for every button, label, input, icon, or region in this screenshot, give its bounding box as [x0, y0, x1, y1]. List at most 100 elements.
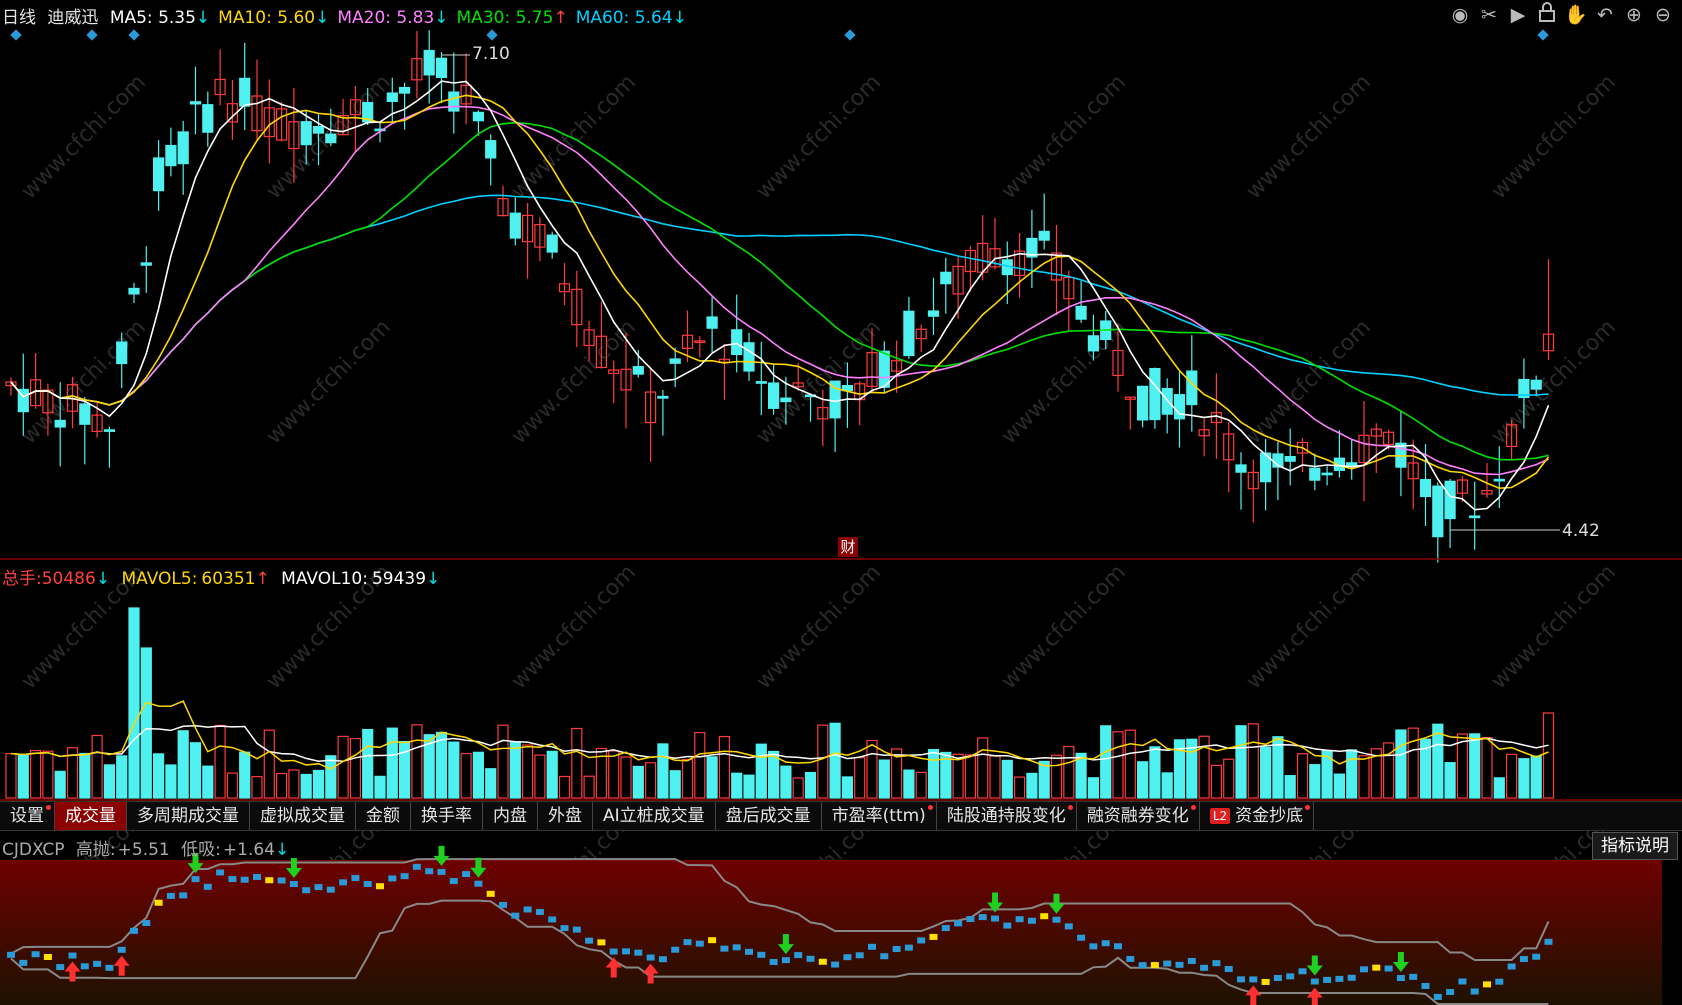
- indicator-bar: [671, 946, 680, 953]
- tab-4[interactable]: 金额: [356, 802, 411, 830]
- candle-body: [1530, 379, 1542, 390]
- tab-9[interactable]: 盘后成交量: [716, 802, 822, 830]
- candlestick: [1395, 411, 1407, 497]
- indicator-bar: [351, 875, 360, 882]
- candlestick: [239, 42, 251, 131]
- volume-bar: [841, 776, 854, 799]
- candle-body: [940, 271, 952, 285]
- indicator-bar: [1347, 974, 1356, 981]
- tab-2[interactable]: 多周期成交量: [127, 802, 250, 830]
- tab-label: 资金抄底: [1235, 806, 1304, 826]
- candlestick: [177, 120, 189, 195]
- volume-bar: [42, 750, 54, 799]
- tab-0[interactable]: 设置: [0, 802, 55, 830]
- volume-bar: [79, 752, 91, 799]
- tab-label: 外盘: [548, 806, 582, 826]
- volume-panel[interactable]: [5, 607, 1555, 799]
- candlestick: [251, 59, 263, 142]
- candlestick: [276, 102, 288, 142]
- volume-bar: [1210, 764, 1223, 799]
- financial-report-marker[interactable]: 财: [838, 537, 858, 557]
- watermark-text: www.cfchi.com: [1487, 560, 1621, 694]
- tab-10[interactable]: 市盈率(ttm): [822, 802, 937, 830]
- indicator-bar: [683, 939, 692, 946]
- indicator-bar: [831, 961, 840, 968]
- candle-body: [116, 341, 128, 365]
- indicator-bar: [1064, 923, 1073, 930]
- volume-bar: [755, 743, 767, 799]
- candlestick: [226, 79, 238, 140]
- volume-bar: [288, 769, 300, 799]
- tab-13[interactable]: L2 资金抄底: [1200, 802, 1315, 830]
- candlestick: [30, 353, 42, 409]
- candle-body: [128, 287, 140, 295]
- indicator-bar: [191, 876, 200, 883]
- buy-low-arrow: ↓: [275, 840, 290, 860]
- indicator-help-button[interactable]: 指标说明: [1592, 832, 1678, 860]
- indicator-bar: [1396, 974, 1405, 981]
- candle-body: [448, 91, 460, 112]
- event-marker-icon: [86, 29, 98, 41]
- volume-bar: [165, 764, 177, 799]
- tab-3[interactable]: 虚拟成交量: [250, 802, 356, 830]
- total-volume-value: 50486: [41, 569, 96, 589]
- indicator-bar: [1200, 964, 1209, 971]
- candlestick: [940, 257, 952, 314]
- candlestick: [927, 277, 940, 335]
- tab-7[interactable]: 外盘: [538, 802, 593, 830]
- tab-label: 市盈率(ttm): [831, 806, 926, 826]
- volume-bar: [644, 762, 657, 799]
- tab-dot: [927, 805, 933, 810]
- indicator-bar: [1027, 917, 1036, 924]
- candlestick: [546, 231, 558, 259]
- indicator-bar: [745, 948, 753, 955]
- volume-bar: [1469, 733, 1481, 799]
- volume-bar: [1296, 753, 1309, 799]
- candlestick: [497, 185, 509, 217]
- candlestick: [1038, 193, 1050, 250]
- tab-6[interactable]: 内盘: [483, 802, 538, 830]
- candle-body: [632, 366, 644, 375]
- candlestick: [1198, 416, 1210, 457]
- candle-body: [657, 395, 669, 399]
- indicator-panel[interactable]: [0, 845, 1662, 1005]
- indicator-bar: [1150, 962, 1159, 969]
- volume-bar: [54, 770, 66, 799]
- candlestick: [1259, 439, 1272, 511]
- tab-11[interactable]: 陆股通持股变化: [937, 802, 1077, 830]
- candlestick: [1001, 241, 1013, 305]
- candlestick: [1370, 423, 1382, 474]
- indicator-bar: [585, 937, 594, 944]
- indicator-bar: [1212, 960, 1221, 967]
- volume-bar: [903, 769, 915, 799]
- volume-bar: [1456, 733, 1469, 799]
- indicator-bar: [130, 927, 138, 934]
- candle-body: [1149, 367, 1161, 421]
- tab-12[interactable]: 融资融券变化: [1077, 802, 1200, 830]
- candle-body: [1136, 385, 1149, 421]
- tab-1[interactable]: 成交量: [55, 802, 127, 830]
- candlestick: [644, 368, 657, 462]
- candlestick: [903, 296, 915, 359]
- indicator-bar: [216, 869, 225, 876]
- indicator-bar: [1310, 978, 1319, 985]
- tab-label: 陆股通持股变化: [946, 806, 1066, 826]
- tab-5[interactable]: 换手率: [411, 802, 483, 830]
- volume-bar: [743, 774, 755, 799]
- tab-label: AI立桩成交量: [603, 806, 705, 826]
- tab-8[interactable]: AI立桩成交量: [593, 802, 716, 830]
- candlestick: [1050, 224, 1063, 316]
- indicator-bar: [1138, 962, 1147, 969]
- candlestick: [1247, 459, 1259, 523]
- candlestick: [1333, 430, 1346, 478]
- candlestick: [854, 381, 866, 426]
- volume-bar: [521, 744, 534, 799]
- volume-bar: [1407, 727, 1419, 799]
- indicator-bar: [794, 952, 803, 959]
- indicator-bar: [1249, 976, 1258, 983]
- watermark-text: www.cfchi.com: [1242, 315, 1376, 449]
- indicator-bar: [757, 951, 766, 958]
- event-marker-icon: [844, 29, 856, 41]
- candlestick: [448, 52, 460, 134]
- volume-bar: [485, 768, 497, 799]
